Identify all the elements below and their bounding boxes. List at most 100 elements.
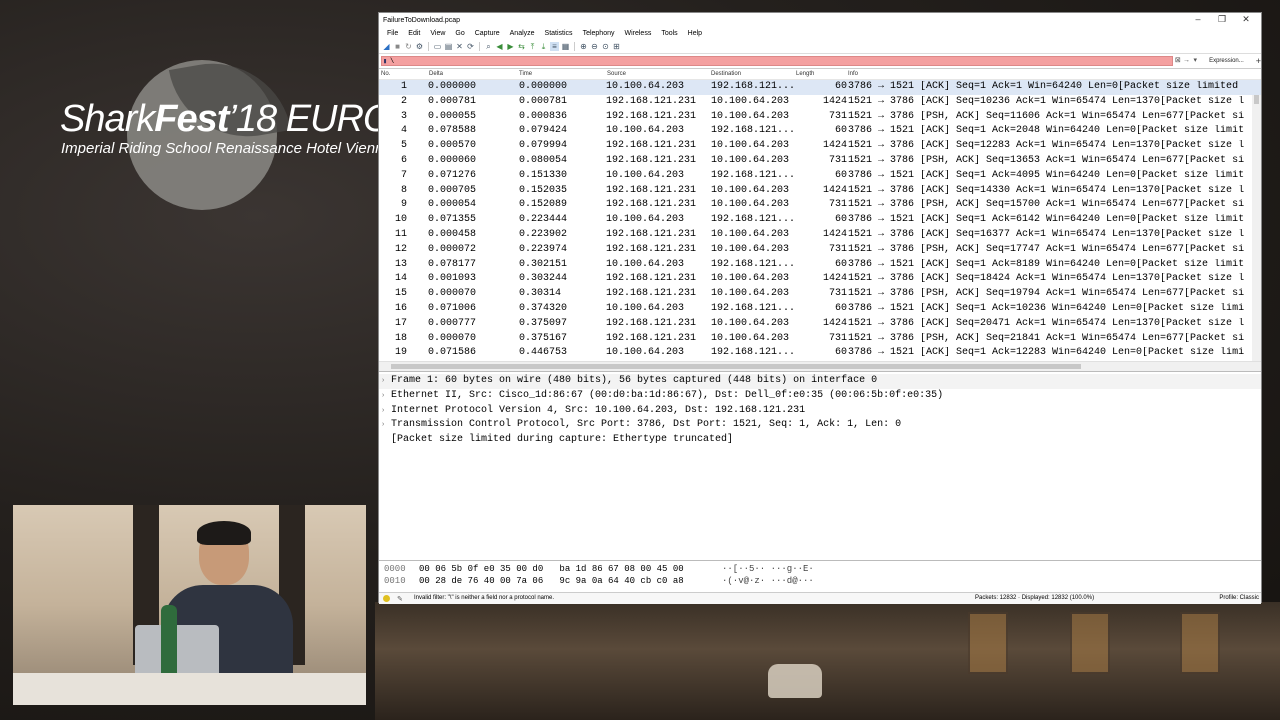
packet-row[interactable]: 9 0.000054 0.152089 192.168.121.231 10.100.6… [379,198,1261,213]
packet-destination: 192.168.121... [711,214,796,226]
bytes-row[interactable]: 0010 00 28 de 76 40 00 7a 06 9c 9a 0a 64 … [379,575,1261,587]
packet-row[interactable]: 4 0.078588 0.079424 10.100.64.203 192.168.12… [379,124,1261,139]
expand-arrow-icon[interactable]: › [381,389,385,404]
packet-details: › Frame 1: 60 bytes on wire (480 bits), 5… [379,371,1261,560]
packet-number: 5 [400,140,407,152]
packet-length: 731 [828,110,847,122]
packet-row[interactable]: 16 0.071006 0.374320 10.100.64.203 192.168.1… [379,302,1261,317]
zoom-out-icon[interactable]: ⊖ [590,42,599,51]
first-packet-icon[interactable]: ⤒ [528,42,537,51]
open-file-icon[interactable]: ▭ [433,42,442,51]
packet-source: 192.168.121.231 [606,199,697,211]
last-packet-icon[interactable]: ⤓ [539,42,548,51]
zoom-normal-icon[interactable]: ⊙ [601,42,610,51]
menu-go[interactable]: Go [450,30,469,37]
packet-row[interactable]: 13 0.078177 0.302151 10.100.64.203 192.168.1… [379,258,1261,273]
expression-button[interactable]: Expression... [1209,58,1244,64]
detail-tree-item[interactable]: › Transmission Control Protocol, Src Port… [379,418,1261,433]
detail-tree-item[interactable]: [Packet size limited during capture: Eth… [379,433,1261,448]
detail-tree-item[interactable]: › Frame 1: 60 bytes on wire (480 bits), 5… [379,374,1261,389]
column-time[interactable]: Time [519,71,532,77]
resize-columns-icon[interactable]: ⊞ [612,42,621,51]
packet-number: 11 [394,228,407,240]
bytes-row[interactable]: 0000 00 06 5b 0f e0 35 00 d0 ba 1d 86 67 … [379,563,1261,575]
profile-indicator[interactable]: Profile: Classic [1219,595,1259,601]
menu-telephony[interactable]: Telephony [578,30,620,37]
stop-icon[interactable]: ■ [393,42,402,51]
close-button[interactable]: ✕ [1237,13,1255,27]
restart-icon[interactable]: ↻ [404,42,413,51]
column-length[interactable]: Length [796,71,814,77]
packet-row[interactable]: 7 0.071276 0.151330 10.100.64.203 192.168.12… [379,169,1261,184]
restore-button[interactable]: ❐ [1213,13,1231,27]
packet-row[interactable]: 1 0.000000 0.000000 10.100.64.203 192.168.12… [379,80,1261,95]
autoscroll-icon[interactable]: ≡ [550,42,559,51]
expand-arrow-icon[interactable]: › [381,418,385,433]
go-to-packet-icon[interactable]: ⇆ [517,42,526,51]
menu-analyze[interactable]: Analyze [505,30,540,37]
packet-info: 3786 → 1521 [ACK] Seq=1 Ack=2048 Win=642… [848,125,1245,137]
packet-row[interactable]: 14 0.001093 0.303244 192.168.121.231 10.100.… [379,272,1261,287]
add-filter-button[interactable]: + [1256,56,1261,66]
packet-row[interactable]: 3 0.000055 0.000836 192.168.121.231 10.100.6… [379,110,1261,125]
packet-length: 60 [834,347,847,359]
packet-destination: 10.100.64.203 [711,199,790,211]
close-file-icon[interactable]: ✕ [455,42,464,51]
detail-tree-item[interactable]: › Internet Protocol Version 4, Src: 10.10… [379,404,1261,419]
save-file-icon[interactable]: ▤ [444,42,453,51]
filter-history-icon[interactable]: ▾ [1191,56,1199,66]
minimize-button[interactable]: – [1189,13,1207,27]
packet-delta: 0.001093 [428,273,477,285]
packet-source: 192.168.121.231 [606,154,697,166]
packet-info: 3786 → 1521 [ACK] Seq=1 Ack=10236 Win=64… [848,302,1245,314]
display-filter-input[interactable]: ▮ \ [381,56,1173,66]
expand-arrow-icon[interactable]: › [381,404,385,419]
packet-row[interactable]: 10 0.071355 0.223444 10.100.64.203 192.168.1… [379,213,1261,228]
reload-icon[interactable]: ⟳ [466,42,475,51]
menu-wireless[interactable]: Wireless [619,30,656,37]
packet-number: 12 [394,243,407,255]
packet-row[interactable]: 8 0.000705 0.152035 192.168.121.231 10.100.6… [379,184,1261,199]
menu-capture[interactable]: Capture [470,30,505,37]
packet-list-horizontal-scrollbar[interactable] [379,361,1261,371]
menu-help[interactable]: Help [683,30,707,37]
options-gear-icon[interactable]: ⚙ [415,42,424,51]
menu-edit[interactable]: Edit [403,30,425,37]
detail-tree-item[interactable]: › Ethernet II, Src: Cisco_1d:86:67 (00:d0… [379,389,1261,404]
expert-info-icon[interactable] [383,595,390,602]
menu-view[interactable]: View [425,30,450,37]
packet-row[interactable]: 19 0.071586 0.446753 10.100.64.203 192.168.1… [379,346,1261,361]
column-destination[interactable]: Destination [711,71,741,77]
column-info[interactable]: Info [848,71,858,77]
edit-comment-icon[interactable]: ✎ [397,595,403,603]
zoom-in-icon[interactable]: ⊕ [579,42,588,51]
shark-fin-start-icon[interactable]: ◢ [382,42,391,51]
forward-arrow-icon[interactable]: ▶ [506,42,515,51]
packet-delta: 0.000072 [428,243,477,255]
column-delta[interactable]: Delta [429,71,443,77]
packet-row[interactable]: 12 0.000072 0.223974 192.168.121.231 10.100.… [379,243,1261,258]
colorize-icon[interactable]: ▦ [561,42,570,51]
packet-destination: 10.100.64.203 [711,273,790,285]
packet-row[interactable]: 15 0.000070 0.30314 192.168.121.231 10.100.6… [379,287,1261,302]
menu-statistics[interactable]: Statistics [540,30,578,37]
expand-arrow-icon[interactable]: › [381,374,385,389]
menu-tools[interactable]: Tools [656,30,682,37]
scrollbar-thumb[interactable] [391,364,1081,369]
find-icon[interactable]: ⌕ [484,42,493,51]
clear-filter-icon[interactable]: ⊠ [1174,56,1182,66]
packet-row[interactable]: 6 0.000060 0.080054 192.168.121.231 10.100.6… [379,154,1261,169]
packet-row[interactable]: 11 0.000458 0.223902 192.168.121.231 10.100.… [379,228,1261,243]
column-source[interactable]: Source [607,71,626,77]
column-no[interactable]: No. [381,71,390,77]
packet-row[interactable]: 18 0.000070 0.375167 192.168.121.231 10.100.… [379,332,1261,347]
packet-row[interactable]: 17 0.000777 0.375097 192.168.121.231 10.100.… [379,317,1261,332]
packet-source: 10.100.64.203 [606,81,685,92]
apply-filter-icon[interactable]: → [1183,56,1191,66]
back-arrow-icon[interactable]: ◀ [495,42,504,51]
menu-file[interactable]: File [382,30,403,37]
packet-row[interactable]: 2 0.000781 0.000781 192.168.121.231 10.100.6… [379,95,1261,110]
toolbar-separator [574,42,575,51]
packet-row[interactable]: 5 0.000570 0.079994 192.168.121.231 10.100.6… [379,139,1261,154]
bookmark-icon[interactable]: ▮ [383,57,387,67]
